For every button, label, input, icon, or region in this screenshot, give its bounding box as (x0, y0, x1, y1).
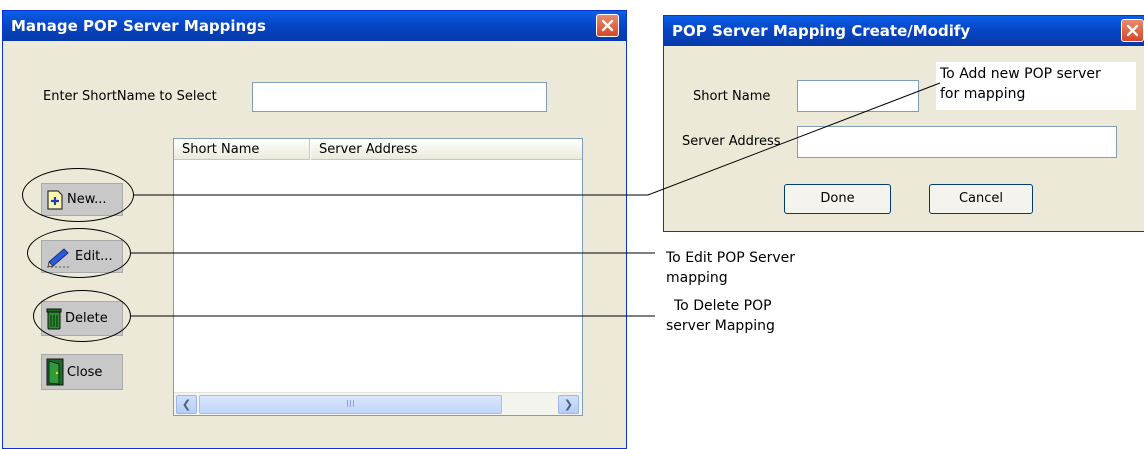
edit-annotation-line1: To Edit POP Server (666, 250, 796, 266)
edit-annotation-line2: mapping (666, 270, 728, 286)
delete-annotation-line2: server Mapping (666, 318, 775, 334)
callout-lines (131, 82, 941, 317)
delete-annotation-line1: To Delete POP (674, 298, 772, 314)
